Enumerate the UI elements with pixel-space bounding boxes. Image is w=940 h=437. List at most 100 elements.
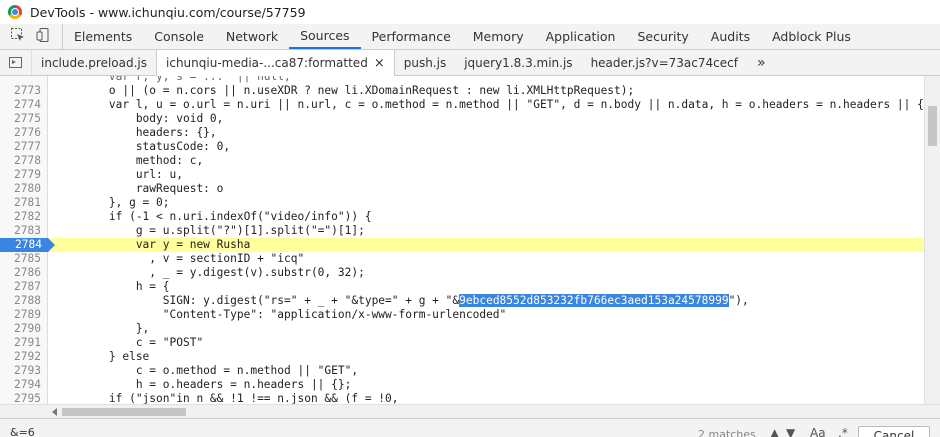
line-number[interactable]: 2774 bbox=[0, 98, 48, 112]
file-tab[interactable]: header.js?v=73ac74cecf bbox=[582, 50, 747, 75]
chrome-logo-icon bbox=[8, 5, 22, 19]
code-line[interactable]: 2784 var y = new Rusha bbox=[0, 238, 924, 252]
code-line[interactable]: 2774 var l, u = o.url = n.uri || n.url, … bbox=[0, 98, 924, 112]
regex-button[interactable]: .* bbox=[838, 426, 848, 437]
code-text: , _ = y.digest(v).substr(0, 32); bbox=[55, 266, 365, 280]
line-number[interactable]: 2793 bbox=[0, 364, 48, 378]
close-tab-icon[interactable]: × bbox=[374, 56, 385, 71]
scroll-left-icon[interactable] bbox=[52, 408, 57, 416]
line-number[interactable]: 2775 bbox=[0, 112, 48, 126]
code-line[interactable]: 2779 url: u, bbox=[0, 168, 924, 182]
code-segment: if ("json"in n && !1 !== n.json && (f = … bbox=[55, 392, 399, 404]
code-line[interactable]: 2782 if (-1 < n.uri.indexOf("video/info"… bbox=[0, 210, 924, 224]
code-line[interactable]: 2785 , v = sectionID + "icq" bbox=[0, 252, 924, 266]
code-text: }, g = 0; bbox=[55, 196, 170, 210]
code-segment: var l, u = o.url = n.uri || n.url, c = o… bbox=[55, 98, 924, 111]
code-line[interactable]: 2795 if ("json"in n && !1 !== n.json && … bbox=[0, 392, 924, 404]
navigator-toggle-button[interactable] bbox=[0, 50, 32, 75]
line-number[interactable]: 2788 bbox=[0, 294, 48, 308]
devtools-toolbar: Elements Console Network Sources Performance… bbox=[0, 24, 940, 50]
code-editor[interactable]: var r, y, s = ... || null; 2773 o || (o =… bbox=[0, 76, 924, 404]
next-match-icon[interactable]: ▼ bbox=[786, 426, 795, 437]
vertical-scrollbar[interactable] bbox=[924, 76, 940, 404]
code-line[interactable]: 2780 rawRequest: o bbox=[0, 182, 924, 196]
code-segment: h = { bbox=[55, 280, 170, 293]
line-number[interactable]: 2791 bbox=[0, 336, 48, 350]
code-line[interactable]: 2794 h = o.headers = n.headers || {}; bbox=[0, 378, 924, 392]
line-number[interactable]: 2795 bbox=[0, 392, 48, 404]
tab-network[interactable]: Network bbox=[215, 24, 289, 49]
line-number[interactable]: 2792 bbox=[0, 350, 48, 364]
line-number[interactable]: 2782 bbox=[0, 210, 48, 224]
tab-sources[interactable]: Sources bbox=[289, 24, 361, 49]
line-number[interactable]: 2777 bbox=[0, 140, 48, 154]
line-number[interactable]: 2785 bbox=[0, 252, 48, 266]
tab-adblock-plus[interactable]: Adblock Plus bbox=[761, 24, 862, 49]
line-number[interactable]: 2780 bbox=[0, 182, 48, 196]
file-tab-label: jquery1.8.3.min.js bbox=[464, 55, 573, 70]
code-segment: if (-1 < n.uri.indexOf("video/info")) { bbox=[55, 210, 372, 223]
window-titlebar: DevTools - www.ichunqiu.com/course/57759 bbox=[0, 0, 940, 24]
line-number[interactable]: 2781 bbox=[0, 196, 48, 210]
horizontal-scrollbar-thumb[interactable] bbox=[62, 408, 186, 416]
code-line[interactable]: 2783 g = u.split("?")[1].split("=")[1]; bbox=[0, 224, 924, 238]
code-segment: }, g = 0; bbox=[55, 196, 170, 209]
tab-security[interactable]: Security bbox=[626, 24, 699, 49]
code-line[interactable]: 2786 , _ = y.digest(v).substr(0, 32); bbox=[0, 266, 924, 280]
code-line[interactable]: var r, y, s = ... || null; bbox=[0, 76, 924, 84]
file-tab[interactable]: push.js bbox=[395, 50, 455, 75]
line-number[interactable]: 2789 bbox=[0, 308, 48, 322]
tab-application[interactable]: Application bbox=[535, 24, 627, 49]
line-number[interactable]: 2776 bbox=[0, 126, 48, 140]
line-number[interactable]: 2786 bbox=[0, 266, 48, 280]
file-tab[interactable]: ichunqiu-media-...ca87:formatted × bbox=[156, 50, 395, 76]
inspect-element-icon[interactable] bbox=[10, 27, 26, 46]
line-number[interactable]: 2787 bbox=[0, 280, 48, 294]
tab-performance[interactable]: Performance bbox=[361, 24, 462, 49]
vertical-scrollbar-thumb[interactable] bbox=[928, 106, 937, 146]
line-number[interactable]: 2773 bbox=[0, 84, 48, 98]
code-segment: g = u.split("?")[1].split("=")[1]; bbox=[55, 224, 365, 237]
code-segment: "), bbox=[728, 294, 749, 307]
code-line[interactable]: 2776 headers: {}, bbox=[0, 126, 924, 140]
match-case-button[interactable]: Aa bbox=[810, 426, 826, 437]
horizontal-scrollbar[interactable] bbox=[0, 404, 940, 418]
code-line[interactable]: 2773 o || (o = n.cors || n.useXDR ? new … bbox=[0, 84, 924, 98]
code-line[interactable]: 2787 h = { bbox=[0, 280, 924, 294]
tab-elements[interactable]: Elements bbox=[63, 24, 143, 49]
more-tabs-button[interactable]: » bbox=[747, 50, 776, 75]
tab-memory[interactable]: Memory bbox=[462, 24, 535, 49]
prev-match-icon[interactable]: ▲ bbox=[770, 426, 779, 437]
code-line[interactable]: 2791 c = "POST" bbox=[0, 336, 924, 350]
code-line[interactable]: 2778 method: c, bbox=[0, 154, 924, 168]
code-line[interactable]: 2792 } else bbox=[0, 350, 924, 364]
code-segment: url: u, bbox=[55, 168, 183, 181]
code-line[interactable]: 2777 statusCode: 0, bbox=[0, 140, 924, 154]
file-tab[interactable]: include.preload.js bbox=[32, 50, 156, 75]
line-number[interactable] bbox=[0, 76, 48, 84]
file-tab[interactable]: jquery1.8.3.min.js bbox=[455, 50, 581, 75]
code-text: url: u, bbox=[55, 168, 183, 182]
code-text: h = { bbox=[55, 280, 170, 294]
line-number[interactable]: 2778 bbox=[0, 154, 48, 168]
line-number[interactable]: 2779 bbox=[0, 168, 48, 182]
code-line[interactable]: 2788 SIGN: y.digest("rs=" + _ + "&type="… bbox=[0, 294, 924, 308]
line-number[interactable]: 2783 bbox=[0, 224, 48, 238]
code-line[interactable]: 2790 }, bbox=[0, 322, 924, 336]
toolbar-icons bbox=[0, 24, 63, 49]
tab-console[interactable]: Console bbox=[143, 24, 215, 49]
line-number[interactable]: 2790 bbox=[0, 322, 48, 336]
code-text: var l, u = o.url = n.uri || n.url, c = o… bbox=[55, 98, 924, 112]
search-input[interactable]: &=6 bbox=[10, 426, 35, 437]
code-text: }, bbox=[55, 322, 149, 336]
line-number[interactable]: 2794 bbox=[0, 378, 48, 392]
code-text: "Content-Type": "application/x-www-form-… bbox=[55, 308, 507, 322]
tab-audits[interactable]: Audits bbox=[700, 24, 761, 49]
device-toolbar-icon[interactable] bbox=[36, 27, 52, 46]
cancel-button[interactable]: Cancel bbox=[858, 426, 930, 437]
code-line[interactable]: 2789 "Content-Type": "application/x-www-… bbox=[0, 308, 924, 322]
code-line[interactable]: 2781 }, g = 0; bbox=[0, 196, 924, 210]
code-line[interactable]: 2793 c = o.method = n.method || "GET", bbox=[0, 364, 924, 378]
code-line[interactable]: 2775 body: void 0, bbox=[0, 112, 924, 126]
breakpoint-line-number[interactable]: 2784 bbox=[0, 238, 55, 252]
